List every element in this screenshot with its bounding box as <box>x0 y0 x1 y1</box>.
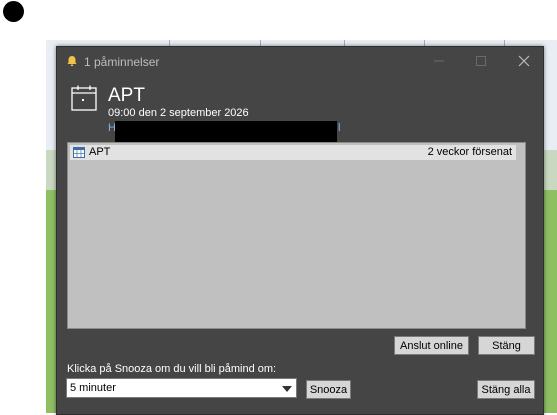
maximize-icon[interactable] <box>472 52 490 70</box>
window-title: 1 påminnelser <box>84 55 160 69</box>
list-item-due: 2 veckor försenat <box>427 146 512 158</box>
close-icon[interactable] <box>515 52 533 70</box>
title-bar[interactable]: 1 påminnelser <box>57 47 543 77</box>
reminder-datetime: 09:00 den 2 september 2026 <box>108 107 249 119</box>
reminder-title: APT <box>108 85 145 106</box>
snooze-selected-value: 5 minuter <box>70 382 116 394</box>
list-item[interactable]: APT 2 veckor försenat <box>70 145 516 160</box>
calendar-icon <box>71 85 97 111</box>
calendar-item-icon <box>73 147 85 158</box>
location-end: l <box>337 122 341 134</box>
snooze-button[interactable]: Snooza <box>306 380 351 399</box>
dropdown-arrow-icon <box>282 386 292 392</box>
minimize-icon[interactable] <box>430 52 448 70</box>
reminder-dialog: 1 påminnelser APT 09:00 den 2 september … <box>56 46 544 415</box>
black-dot <box>3 1 24 22</box>
reminder-list[interactable]: APT 2 veckor försenat <box>67 142 526 329</box>
snooze-time-select[interactable]: 5 minuter <box>66 378 297 398</box>
join-online-button[interactable]: Anslut online <box>394 336 469 355</box>
snooze-prompt: Klicka på Snooza om du vill bli påmind o… <box>67 363 277 375</box>
list-item-name: APT <box>89 146 111 158</box>
redaction-bar <box>115 121 337 144</box>
dismiss-button[interactable]: Stäng <box>478 336 535 355</box>
bell-icon <box>67 56 77 67</box>
dismiss-all-button[interactable]: Stäng alla <box>477 380 535 399</box>
